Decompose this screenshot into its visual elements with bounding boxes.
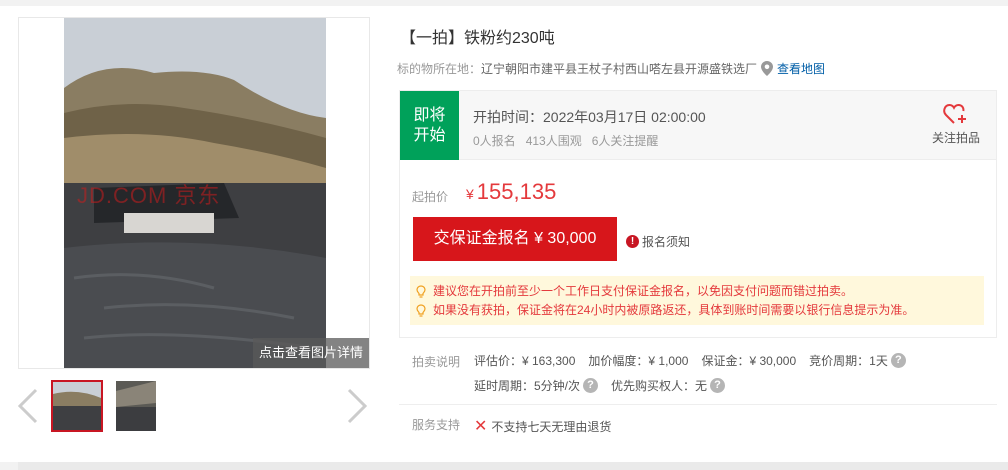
service-label: 服务支持 [412,418,461,432]
status-badge: 即将 开始 [400,91,459,160]
start-price-label: 起拍价 [412,190,449,204]
signup-count: 0人报名 [473,134,516,148]
auction-info-row-1: 评估价：¥ 163,300 加价幅度：¥ 1,000 保证金：¥ 30,000 … [474,352,919,369]
service-text: 不支持七天无理由退货 [491,419,612,434]
bidding-cycle: 竞价周期：1天? [809,352,906,369]
auction-info-label: 拍卖说明 [412,355,461,369]
follow-label: 关注拍品 [931,131,980,145]
lightbulb-icon [416,303,426,317]
map-pin-icon [761,61,774,76]
close-icon: ✕ [474,418,488,435]
bidding-cycle-text: 竞价周期：1天 [809,354,888,368]
tip-text: 建议您在开拍前至少一个工作日支付保证金报名，以免因支付问题而错过拍卖。 [433,284,854,298]
tips-box: 建议您在开拍前至少一个工作日支付保证金报名，以免因支付问题而错过拍卖。 如果没有… [410,276,984,325]
follow-item-button[interactable]: 关注拍品 [926,103,986,146]
status-row: 即将 开始 开拍时间：2022年03月17日 02:00:00 0人报名 413人… [400,91,996,160]
heart-plus-icon [943,103,966,124]
divider [399,404,997,405]
service-support: ✕ 不支持七天无理由退货 [474,416,611,436]
exclamation-icon: ! [626,235,639,248]
reminder-count: 6人关注提醒 [591,134,659,148]
start-price: ¥155,135 [466,179,556,205]
tip-item: 建议您在开拍前至少一个工作日支付保证金报名，以免因支付问题而错过拍卖。 [410,282,984,301]
auction-box: 即将 开始 开拍时间：2022年03月17日 02:00:00 0人报名 413人… [399,90,997,338]
start-price-value: 155,135 [476,179,557,204]
watcher-count: 413人围观 [525,134,582,148]
next-image-button[interactable] [345,388,369,424]
priority-buyer: 优先购买权人：无? [611,377,726,394]
bottom-strip [18,462,1008,470]
status-badge-line1: 即将 [413,107,446,124]
deposit-amount: 保证金：¥ 30,000 [701,354,797,368]
view-image-details-button[interactable]: 点击查看图片详情 [253,338,369,368]
location-address: 辽宁朝阳市建平县王杖子村西山嗒左县开源盛铁选厂 [481,62,758,76]
valuation: 评估价：¥ 163,300 [474,354,576,368]
chevron-left-icon [17,388,38,424]
delay-cycle-text: 延时周期：5分钟/次 [474,379,581,393]
start-time: 开拍时间：2022年03月17日 02:00:00 [473,109,706,125]
thumbnail-2[interactable] [116,381,156,431]
signup-notice-link[interactable]: ! 报名须知 [626,233,690,250]
pay-deposit-button[interactable]: 交保证金报名 ¥ 30,000 [413,217,617,261]
item-title: 【一拍】铁粉约230吨 [400,30,555,47]
view-map-link[interactable]: 查看地图 [777,62,825,76]
priority-buyer-text: 优先购买权人：无 [611,379,708,393]
help-icon[interactable]: ? [890,353,906,368]
help-icon[interactable]: ? [710,378,726,393]
tip-item: 如果没有获拍，保证金将在24小时内被原路返还，具体到账时间需要以银行信息提示为准… [410,301,984,320]
location-label: 标的物所在地： [397,62,482,76]
thumbnail-1[interactable] [51,380,103,432]
tip-text: 如果没有获拍，保证金将在24小时内被原路返还，具体到账时间需要以银行信息提示为准… [433,303,915,317]
item-location: 标的物所在地：辽宁朝阳市建平县王杖子村西山嗒左县开源盛铁选厂 查看地图 [397,60,825,77]
delay-cycle: 延时周期：5分钟/次? [474,377,599,394]
main-image[interactable]: JD.COM 京东 点击查看图片详情 [18,17,370,369]
watermark: JD.COM 京东 [77,183,221,208]
signup-notice-label: 报名须知 [642,235,691,249]
currency-symbol: ¥ [466,186,474,202]
price-increment: 加价幅度：¥ 1,000 [588,354,689,368]
prev-image-button[interactable] [16,388,40,424]
auction-stats: 0人报名 413人围观 6人关注提醒 [473,132,668,149]
lightbulb-icon [416,284,426,298]
help-icon[interactable]: ? [583,378,599,393]
status-badge-line2: 开始 [413,127,446,144]
chevron-right-icon [347,388,368,424]
auction-info-row-2: 延时周期：5分钟/次? 优先购买权人：无? [474,377,738,394]
